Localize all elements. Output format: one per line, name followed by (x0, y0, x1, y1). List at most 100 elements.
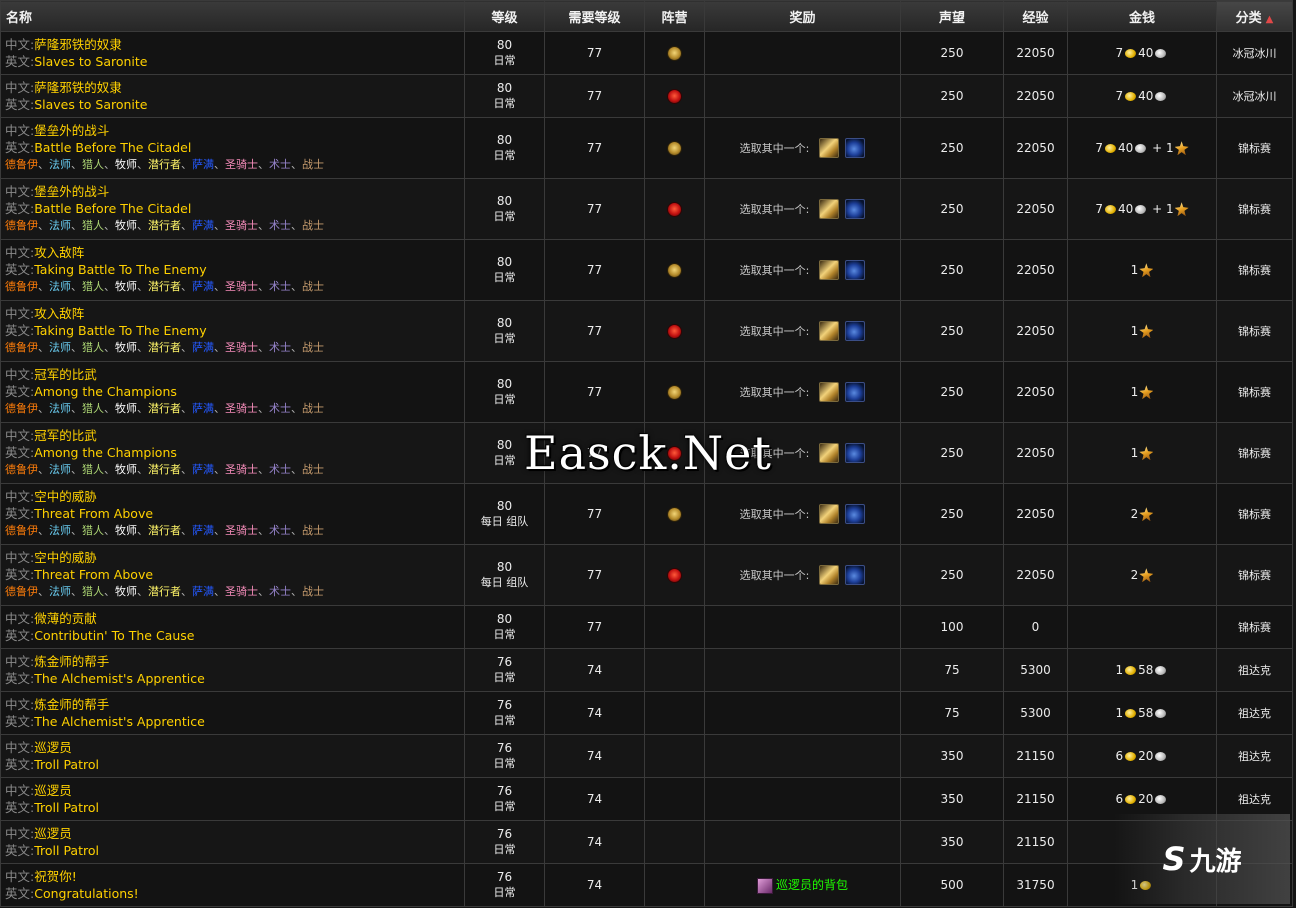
quest-name-en-link[interactable]: Among the Champions (34, 445, 177, 460)
table-row[interactable]: 中文:攻入敌阵 英文:Taking Battle To The Enemy 德鲁伊、… (0, 239, 1293, 301)
scroll-icon[interactable] (819, 260, 840, 280)
column-header-name[interactable]: 名称 (0, 0, 465, 32)
class-separator: 、 (291, 219, 302, 232)
table-row[interactable]: 中文:攻入敌阵 英文:Taking Battle To The Enemy 德鲁伊、… (0, 300, 1293, 362)
table-row[interactable]: 中文:祝贺你! 英文:Congratulations! 76 日常 74 巡逻员的背包 50… (0, 863, 1293, 907)
bomb-icon[interactable] (845, 260, 866, 280)
reputation-cell: 250 (900, 31, 1004, 75)
scroll-icon[interactable] (819, 382, 840, 402)
quest-name-en-link[interactable]: Contributin' To The Cause (34, 628, 194, 643)
bomb-icon[interactable] (845, 321, 866, 341)
quest-name-en-link[interactable]: Taking Battle To The Enemy (34, 262, 206, 277)
quest-name-cell: 中文:萨隆邪铁的奴隶 英文:Slaves to Saronite (0, 74, 465, 118)
table-row[interactable]: 中文:炼金师的帮手 英文:The Alchemist's Apprentice 76… (0, 691, 1293, 735)
quest-name-en-link[interactable]: Battle Before The Citadel (34, 201, 191, 216)
bomb-icon[interactable] (845, 504, 866, 524)
quest-name-zh-link[interactable]: 空中的威胁 (34, 489, 97, 504)
bomb-icon[interactable] (845, 199, 866, 219)
table-row[interactable]: 中文:巡逻员 英文:Troll Patrol 76 日常 74 350 21150 6 20 祖达… (0, 777, 1293, 821)
quest-name-en-link[interactable]: The Alchemist's Apprentice (34, 671, 205, 686)
quest-name-en-link[interactable]: Troll Patrol (34, 800, 99, 815)
column-header-faction[interactable]: 阵营 (644, 0, 705, 32)
quest-name-en-link[interactable]: The Alchemist's Apprentice (34, 714, 205, 729)
quest-name-zh-link[interactable]: 巡逻员 (34, 740, 72, 755)
table-row[interactable]: 中文:巡逻员 英文:Troll Patrol 76 日常 74 350 21150 (0, 820, 1293, 864)
quest-name-en-link[interactable]: Threat From Above (34, 506, 153, 521)
quest-name-zh-link[interactable]: 祝贺你! (34, 869, 77, 884)
en-prefix: 英文: (5, 567, 35, 582)
quest-name-zh-link[interactable]: 冠军的比武 (34, 367, 97, 382)
quest-name-zh-link[interactable]: 巡逻员 (34, 783, 72, 798)
quest-name-zh-link[interactable]: 攻入敌阵 (34, 306, 84, 321)
quest-name-zh-link[interactable]: 炼金师的帮手 (34, 654, 109, 669)
bag-icon[interactable] (756, 877, 773, 894)
quest-name-en-line: 英文:Taking Battle To The Enemy (5, 261, 464, 278)
column-header-level[interactable]: 等级 (464, 0, 545, 32)
quest-name-en-link[interactable]: Threat From Above (34, 567, 153, 582)
scroll-icon[interactable] (819, 321, 840, 341)
level-cell: 80 日常 (464, 239, 545, 301)
money-cell: 2 (1067, 544, 1217, 606)
quest-name-en-link[interactable]: Slaves to Saronite (34, 97, 147, 112)
class-name: 术士 (269, 463, 291, 476)
quest-type: 日常 (493, 671, 516, 684)
table-row[interactable]: 中文:堡垒外的战斗 英文:Battle Before The Citadel 德鲁伊… (0, 117, 1293, 179)
bomb-icon[interactable] (845, 138, 866, 158)
quest-name-en-link[interactable]: Battle Before The Citadel (34, 140, 191, 155)
class-name: 德鲁伊 (5, 524, 38, 537)
bomb-icon[interactable] (845, 565, 866, 585)
class-name: 战士 (302, 585, 324, 598)
class-name: 法师 (49, 585, 71, 598)
column-header-reputation[interactable]: 声望 (900, 0, 1004, 32)
column-header-experience[interactable]: 经验 (1003, 0, 1068, 32)
table-row[interactable]: 中文:萨隆邪铁的奴隶 英文:Slaves to Saronite 80 日常 77 250… (0, 74, 1293, 118)
quest-name-en-link[interactable]: Slaves to Saronite (34, 54, 147, 69)
table-row[interactable]: 中文:空中的威胁 英文:Threat From Above 德鲁伊、法师、猎人、牧师… (0, 544, 1293, 606)
table-row[interactable]: 中文:炼金师的帮手 英文:The Alchemist's Apprentice 76… (0, 648, 1293, 692)
quest-name-zh-link[interactable]: 巡逻员 (34, 826, 72, 841)
quest-name-zh-link[interactable]: 炼金师的帮手 (34, 697, 109, 712)
scroll-icon[interactable] (819, 443, 840, 463)
column-header-money[interactable]: 金钱 (1067, 0, 1217, 32)
bomb-icon[interactable] (845, 443, 866, 463)
column-header-category-label: 分类 (1235, 10, 1262, 26)
scroll-icon[interactable] (819, 565, 840, 585)
table-row[interactable]: 中文:巡逻员 英文:Troll Patrol 76 日常 74 350 21150 6 20 祖达… (0, 734, 1293, 778)
column-header-reward[interactable]: 奖励 (704, 0, 901, 32)
table-row[interactable]: 中文:空中的威胁 英文:Threat From Above 德鲁伊、法师、猎人、牧师… (0, 483, 1293, 545)
quest-name-zh-link[interactable]: 微薄的贡献 (34, 611, 97, 626)
class-name: 术士 (269, 158, 291, 171)
table-row[interactable]: 中文:冠军的比武 英文:Among the Champions 德鲁伊、法师、猎人、… (0, 422, 1293, 484)
quest-name-zh-link[interactable]: 萨隆邪铁的奴隶 (34, 37, 122, 52)
table-row[interactable]: 中文:萨隆邪铁的奴隶 英文:Slaves to Saronite 80 日常 77 250… (0, 31, 1293, 75)
category-cell: 祖达克 (1216, 691, 1293, 735)
quest-name-zh-link[interactable]: 攻入敌阵 (34, 245, 84, 260)
zh-prefix: 中文: (5, 740, 35, 755)
reputation-cell: 250 (900, 422, 1004, 484)
table-row[interactable]: 中文:堡垒外的战斗 英文:Battle Before The Citadel 德鲁伊… (0, 178, 1293, 240)
quest-name-cell: 中文:冠军的比武 英文:Among the Champions 德鲁伊、法师、猎人、… (0, 361, 465, 423)
scroll-icon[interactable] (819, 138, 840, 158)
zh-prefix: 中文: (5, 80, 35, 95)
quest-name-zh-link[interactable]: 萨隆邪铁的奴隶 (34, 80, 122, 95)
scroll-icon[interactable] (819, 199, 840, 219)
quest-name-zh-link[interactable]: 堡垒外的战斗 (34, 123, 109, 138)
bomb-icon[interactable] (845, 382, 866, 402)
quest-name-zh-link[interactable]: 堡垒外的战斗 (34, 184, 109, 199)
quest-name-zh-link[interactable]: 冠军的比武 (34, 428, 97, 443)
quest-name-zh-link[interactable]: 空中的威胁 (34, 550, 97, 565)
quest-name-en-link[interactable]: Taking Battle To The Enemy (34, 323, 206, 338)
quest-name-en-link[interactable]: Congratulations! (34, 886, 138, 901)
column-header-category[interactable]: 分类 ▲ (1216, 0, 1293, 32)
table-row[interactable]: 中文:冠军的比武 英文:Among the Champions 德鲁伊、法师、猎人、… (0, 361, 1293, 423)
quest-name-en-link[interactable]: Troll Patrol (34, 757, 99, 772)
quest-level-value: 80 (496, 255, 513, 269)
class-name: 潜行者 (148, 280, 181, 293)
quest-name-en-link[interactable]: Among the Champions (34, 384, 177, 399)
quest-name-en-link[interactable]: Troll Patrol (34, 843, 99, 858)
quest-name-zh-line: 中文:冠军的比武 (5, 366, 464, 383)
reward-item-link[interactable]: 巡逻员的背包 (776, 878, 848, 892)
column-header-required-level[interactable]: 需要等级 (544, 0, 645, 32)
scroll-icon[interactable] (819, 504, 840, 524)
table-row[interactable]: 中文:微薄的贡献 英文:Contributin' To The Cause 80 日常… (0, 605, 1293, 649)
